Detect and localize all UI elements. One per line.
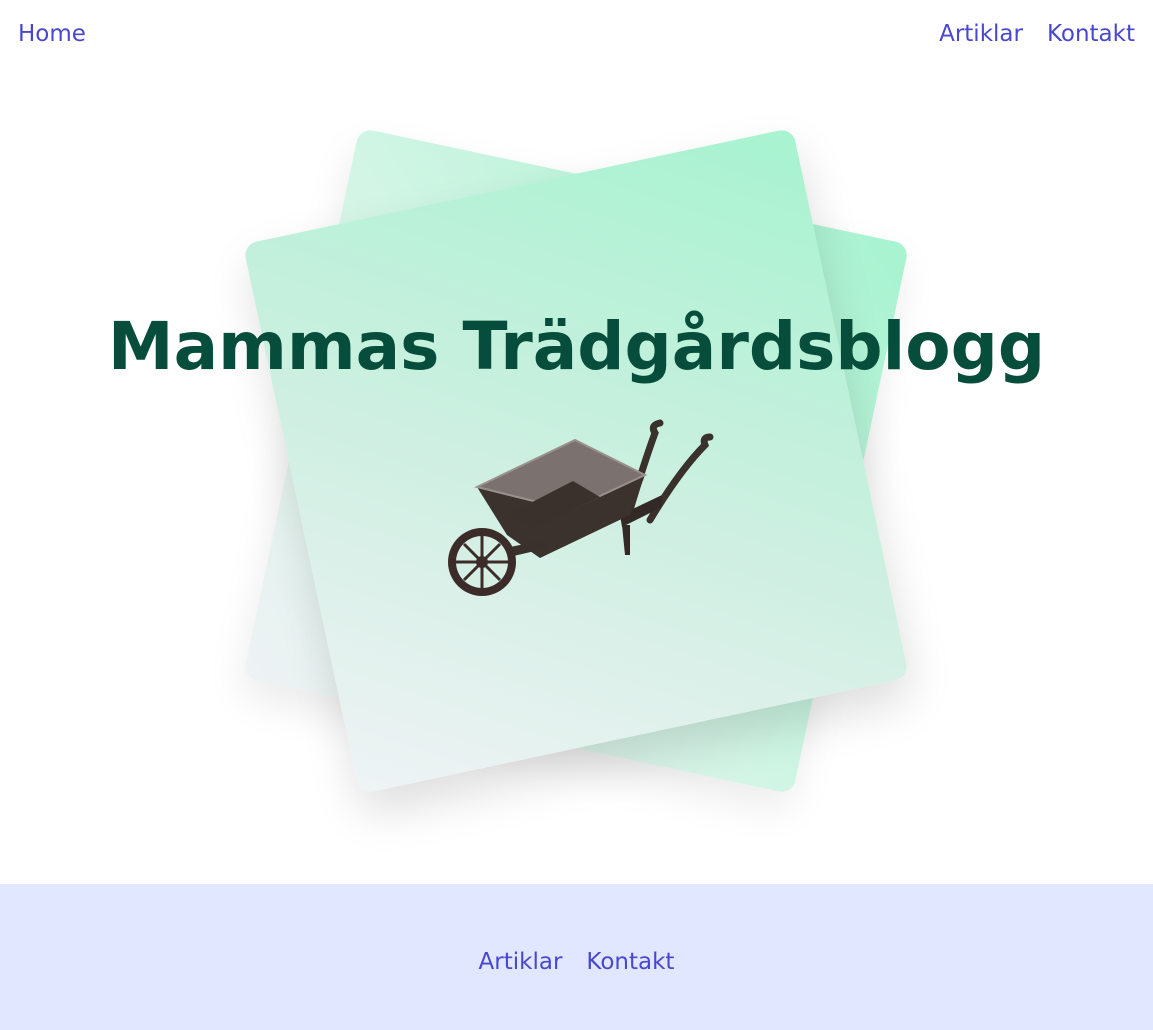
top-nav-links: Artiklar Kontakt — [939, 19, 1135, 49]
page-title: Mammas Trädgårdsblogg — [107, 308, 1046, 385]
nav-link-artiklar[interactable]: Artiklar — [939, 19, 1023, 49]
home-link[interactable]: Home — [18, 19, 86, 49]
footer: Artiklar Kontakt — [0, 884, 1153, 1030]
footer-link-artiklar[interactable]: Artiklar — [479, 947, 563, 977]
top-nav: Home Artiklar Kontakt — [0, 0, 1153, 70]
footer-links: Artiklar Kontakt — [0, 947, 1153, 977]
footer-link-kontakt[interactable]: Kontakt — [586, 947, 674, 977]
wheelbarrow-icon — [448, 419, 714, 596]
hero: Mammas Trädgårdsblogg — [0, 70, 1153, 884]
nav-link-kontakt[interactable]: Kontakt — [1047, 19, 1135, 49]
